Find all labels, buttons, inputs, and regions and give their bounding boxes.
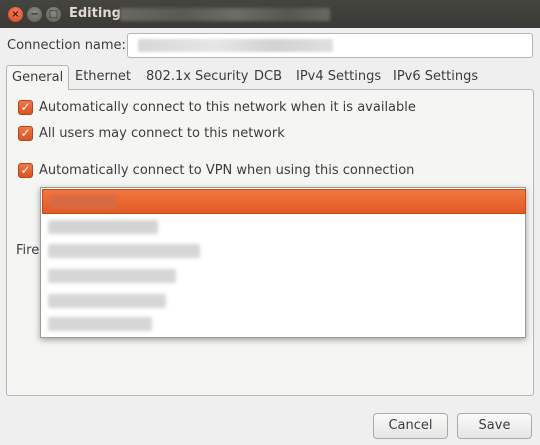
redacted-vpn-name	[48, 317, 152, 331]
redacted-vpn-name	[48, 220, 158, 234]
tab-8021x-security[interactable]: 802.1x Security	[141, 65, 253, 89]
auto-vpn-option[interactable]: ✓ Automatically connect to VPN when usin…	[18, 163, 414, 178]
tab-general[interactable]: General	[6, 65, 70, 90]
title-bar: × − □ Editing	[0, 0, 540, 28]
redacted-vpn-name	[48, 244, 200, 258]
redacted-vpn-name	[50, 195, 118, 209]
tab-ipv4-settings[interactable]: IPv4 Settings	[291, 65, 386, 89]
all-users-label: All users may connect to this network	[39, 126, 285, 141]
auto-connect-label: Automatically connect to this network wh…	[39, 100, 416, 115]
firewall-zone-label: Fire	[16, 243, 40, 258]
auto-connect-option[interactable]: ✓ Automatically connect to this network …	[18, 100, 416, 115]
vpn-option[interactable]	[42, 312, 526, 337]
vpn-option[interactable]	[42, 264, 526, 289]
vpn-option[interactable]	[42, 239, 526, 264]
all-users-checkbox[interactable]: ✓	[18, 126, 33, 141]
redacted-vpn-name	[48, 294, 166, 308]
cancel-button[interactable]: Cancel	[373, 413, 448, 439]
close-window-icon[interactable]: ×	[8, 7, 23, 22]
maximize-window-icon[interactable]: □	[46, 7, 61, 22]
redacted-connection-title	[120, 8, 330, 21]
connection-name-label: Connection name:	[7, 38, 126, 53]
auto-vpn-label: Automatically connect to VPN when using …	[39, 163, 415, 178]
vpn-option-selected[interactable]	[42, 189, 526, 214]
tab-ethernet[interactable]: Ethernet	[70, 65, 136, 89]
redacted-vpn-name	[48, 269, 176, 283]
minimize-window-icon[interactable]: −	[27, 7, 42, 22]
vpn-connection-dropdown-list	[40, 187, 526, 338]
all-users-option[interactable]: ✓ All users may connect to this network	[18, 126, 285, 141]
auto-connect-checkbox[interactable]: ✓	[18, 100, 33, 115]
auto-vpn-checkbox[interactable]: ✓	[18, 163, 33, 178]
tab-ipv6-settings[interactable]: IPv6 Settings	[388, 65, 483, 89]
window-title: Editing	[69, 6, 121, 21]
vpn-option[interactable]	[42, 289, 526, 314]
save-button[interactable]: Save	[457, 413, 532, 439]
tab-dcb[interactable]: DCB	[249, 65, 287, 89]
editing-connection-window: × − □ Editing Connection name: General E…	[0, 0, 540, 445]
connection-name-input[interactable]	[127, 33, 533, 58]
vpn-option[interactable]	[42, 214, 526, 239]
redacted-connection-name	[138, 39, 333, 52]
